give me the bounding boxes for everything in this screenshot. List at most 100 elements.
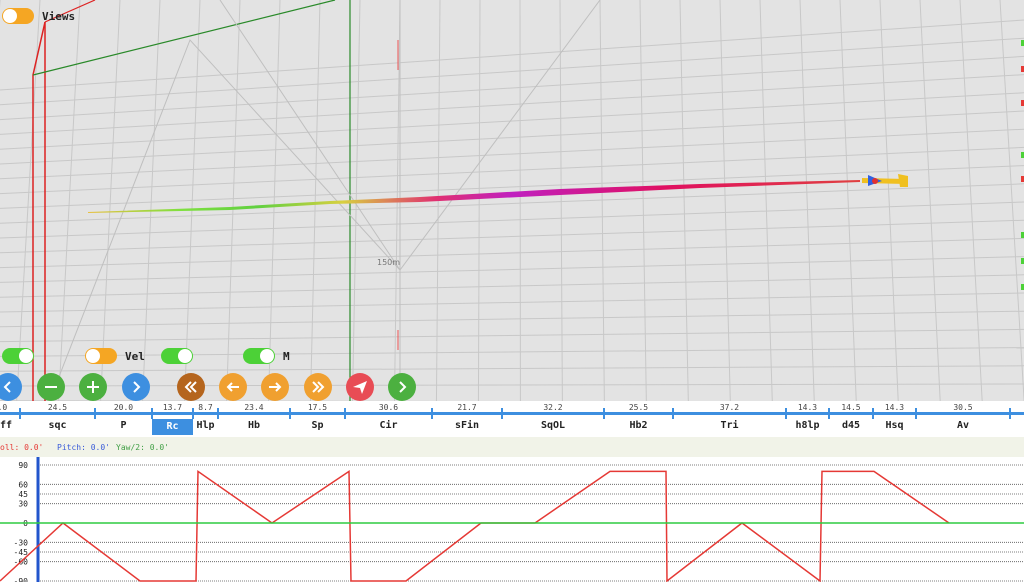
segment-name: SqOL [540,420,566,431]
toggle-vel[interactable] [85,348,117,364]
segment-name: Cir [379,420,398,431]
timeline-tick [151,408,153,419]
toggle-m[interactable] [243,348,275,364]
forward-button[interactable] [388,373,416,401]
timeline-segment[interactable]: 8.7 Hlp [193,401,218,437]
y-tick-label: 30 [18,500,28,509]
segment-name: P [120,420,127,431]
roll-readout: oll: 0.0' [0,443,44,452]
toggle-1[interactable] [2,348,34,364]
timeline-tick [192,408,194,419]
segment-name: Sp [311,420,324,431]
segment-duration: 21.7 [457,403,477,412]
plus-button[interactable] [79,373,107,401]
timeline-segment[interactable]: 24.5 sqc [20,401,95,437]
toggle-vel-label: Vel [125,350,145,363]
segment-duration: 14.3 [797,403,818,412]
arrow-left-icon [226,382,239,392]
segment-duration: 14.3 [884,403,905,412]
timeline-segment[interactable]: 14.3 Hsq [873,401,916,437]
timeline-segment[interactable]: 23.4 Hb [218,401,290,437]
segment-name: d45 [841,420,861,431]
segment-duration: 32.2 [543,403,563,412]
right-button[interactable] [122,373,150,401]
timeline-segment[interactable]: 30.6 Cir [345,401,432,437]
minus-icon [45,386,57,388]
segment-duration: 25.5 [628,403,649,412]
segment-name: Hsq [885,420,904,431]
attitude-legend: oll: 0.0' Pitch: 0.0' Yaw/2: 0.0' [0,437,1024,457]
toggle-3[interactable] [161,348,193,364]
double-left-icon [184,381,197,393]
timeline-tick [872,408,874,419]
segment-duration: 2 [1010,403,1024,412]
timeline-tick [217,408,219,419]
timeline-segment[interactable]: 8.0 koff [0,401,20,437]
pitch-readout: Pitch: 0.0' [57,443,110,452]
segment-duration: 8.7 [198,403,213,412]
timeline-segment[interactable]: 17.5 Sp [290,401,345,437]
timeline-tick [1009,408,1011,419]
maneuver-timeline[interactable]: 8.0 koff 24.5 sqc 20.0 P 13.7 Rc 8.7 Hlp 23.4 Hb 17.… [0,401,1024,437]
timeline-tick [94,408,96,419]
views-toggle[interactable] [2,8,34,24]
timeline-segment[interactable]: 2 [1010,401,1024,437]
segment-duration: 17.5 [307,403,328,412]
arrow-right-icon [269,382,282,392]
timeline-tick [672,408,674,419]
y-tick-label: -45 [14,548,29,557]
segment-name: Hlp [196,420,215,431]
segment-duration: 13.7 [162,403,183,412]
attitude-chart: 906045300-30-45-60-90 [0,457,1024,582]
segment-duration: 30.5 [953,403,973,412]
timeline-segment[interactable]: 13.7 Rc [152,401,193,437]
segment-duration: 8.0 [0,403,8,412]
timeline-tick [785,408,787,419]
segment-name: Rc [152,419,193,435]
segment-name: koff [0,420,13,431]
double-right-icon [312,381,325,393]
y-tick-label: 45 [18,490,28,499]
double-left-button[interactable] [177,373,205,401]
timeline-tick [19,408,21,419]
right-icon [133,381,141,393]
segment-name: sFin [454,420,480,431]
yaw-readout: Yaw/2: 0.0' [116,443,169,452]
views-label: Views [42,10,76,23]
y-tick-label: -90 [14,577,29,582]
3d-flight-scene[interactable]: 150m [0,0,1024,405]
minus-button[interactable] [37,373,65,401]
segment-name: Av [956,420,970,431]
segment-duration: 14.5 [841,403,861,412]
timeline-segment[interactable]: 20.0 P [95,401,152,437]
y-tick-label: -30 [14,538,29,547]
timeline-segment[interactable]: 14.3 h8lp [786,401,829,437]
timeline-tick [289,408,291,419]
segment-name: Hb2 [629,420,648,431]
segment-duration: 24.5 [47,403,68,412]
left-icon [3,381,11,393]
timeline-segment[interactable]: 25.5 Hb2 [604,401,673,437]
timeline-segment[interactable]: 30.5 Av [916,401,1010,437]
arrow-left-button[interactable] [219,373,247,401]
plus-icon [87,381,99,393]
y-tick-label: 60 [18,480,28,489]
forward-icon [399,381,407,393]
timeline-segment[interactable]: 21.7 sFin [432,401,502,437]
y-tick-label: 90 [18,461,28,470]
timeline-tick [603,408,605,419]
toggle-m-label: M [283,350,290,363]
timeline-segment[interactable]: 37.2 Tri [673,401,786,437]
segment-name: Tri [720,420,739,431]
timeline-tick [501,408,503,419]
double-right-button[interactable] [304,373,332,401]
timeline-segment[interactable]: 14.5 d45 [829,401,873,437]
timeline-tick [828,408,830,419]
segment-duration: 23.4 [244,403,264,412]
timeline-segment[interactable]: 32.2 SqOL [502,401,604,437]
grid-distance-label: 150m [377,258,400,267]
send-button[interactable] [346,373,374,401]
segment-duration: 20.0 [113,403,134,412]
timeline-tick [344,408,346,419]
arrow-right-button[interactable] [261,373,289,401]
